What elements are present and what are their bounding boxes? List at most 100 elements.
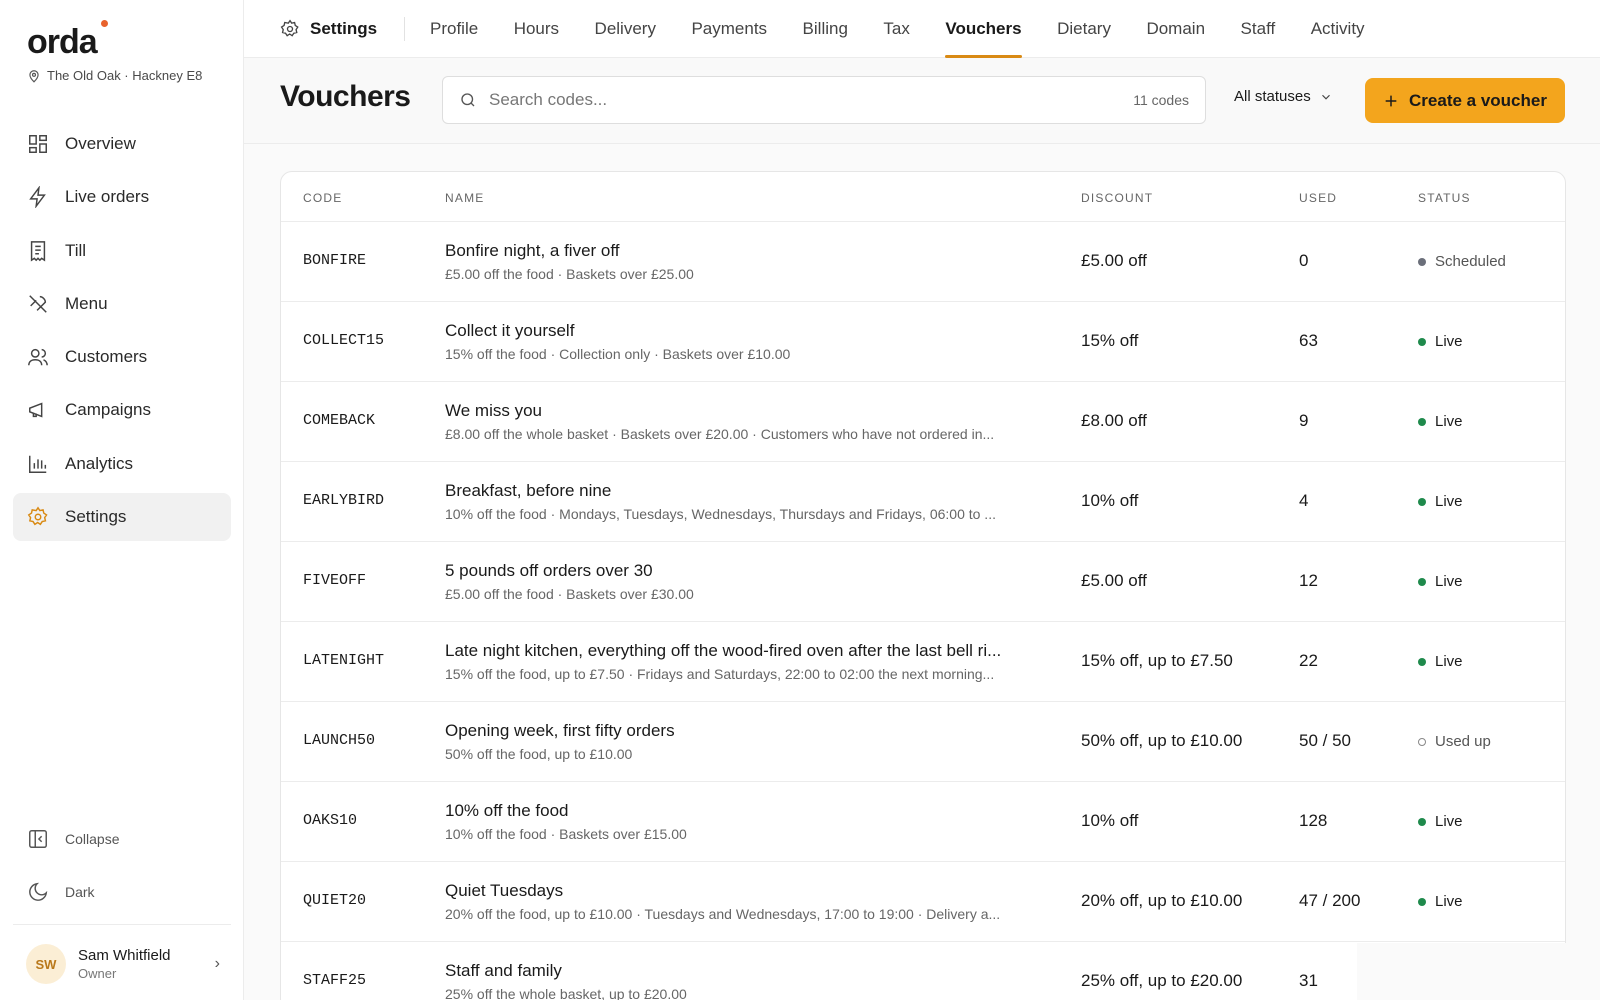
table-row[interactable]: EARLYBIRD Breakfast, before nine 10% off t…: [281, 462, 1565, 542]
status-dot: [1418, 337, 1426, 346]
collapse-label: Collapse: [65, 831, 120, 847]
search-input[interactable]: [489, 90, 1134, 110]
column-header-discount[interactable]: DISCOUNT: [1081, 191, 1153, 205]
voucher-name-cell: Late night kitchen, everything off the w…: [445, 641, 1045, 682]
status-label: Live: [1435, 573, 1463, 590]
sidebar-divider: [13, 924, 231, 925]
table-row[interactable]: LAUNCH50 Opening week, first fifty orders…: [281, 702, 1565, 782]
voucher-used: 50 / 50: [1299, 731, 1351, 750]
user-menu[interactable]: SW Sam Whitfield Owner ›: [26, 942, 220, 986]
create-voucher-button[interactable]: Create a voucher: [1365, 78, 1565, 123]
brand-dot: [101, 20, 108, 27]
user-name: Sam Whitfield: [78, 947, 171, 964]
table-row[interactable]: QUIET20 Quiet Tuesdays 20% off the food, u…: [281, 862, 1565, 942]
dark-label: Dark: [65, 884, 95, 900]
sidebar-item-customers[interactable]: Customers: [13, 333, 231, 381]
sidebar-item-menu[interactable]: Menu: [13, 280, 231, 328]
voucher-name-cell: Bonfire night, a fiver off £5.00 off the …: [445, 241, 1045, 282]
sidebar-item-analytics[interactable]: Analytics: [13, 440, 231, 488]
column-header-code[interactable]: CODE: [303, 191, 342, 205]
status-dot: [1418, 257, 1426, 266]
voucher-detail: 50% off the food, up to £10.00: [445, 746, 633, 762]
sidebar-item-overview[interactable]: Overview: [13, 120, 231, 168]
status-label: Scheduled: [1435, 253, 1506, 270]
voucher-discount: 10% off: [1081, 811, 1139, 830]
voucher-name: Quiet Tuesdays: [445, 881, 564, 900]
table-row[interactable]: BONFIRE Bonfire night, a fiver off £5.00 o…: [281, 222, 1565, 302]
voucher-name-cell: Collect it yourself 15% off the food · Co…: [445, 321, 1045, 362]
status-label: Live: [1435, 813, 1463, 830]
status-filter-label: All statuses: [1234, 88, 1311, 105]
sidebar-item-till[interactable]: Till: [13, 227, 231, 275]
tab-dietary[interactable]: Dietary: [1057, 0, 1111, 58]
location: The Old Oak · Hackney E8: [27, 68, 202, 83]
tab-activity[interactable]: Activity: [1311, 0, 1365, 58]
column-header-status[interactable]: STATUS: [1418, 191, 1471, 205]
voucher-code: COLLECT15: [303, 332, 385, 349]
voucher-used: 12: [1299, 571, 1318, 590]
plus-icon: [1385, 95, 1397, 106]
avatar: SW: [26, 944, 66, 984]
voucher-name: 5 pounds off orders over 30: [445, 561, 653, 580]
sidebar-nav: Overview Live orders Till Menu Customers…: [13, 120, 231, 546]
collapse-button[interactable]: Collapse: [13, 815, 231, 863]
page-header: Vouchers 11 codes All statuses Create a …: [244, 58, 1600, 144]
voucher-name: We miss you: [445, 401, 542, 420]
tab-profile[interactable]: Profile: [430, 0, 478, 58]
voucher-used: 47 / 200: [1299, 891, 1361, 910]
sidebar-item-campaigns[interactable]: Campaigns: [13, 386, 231, 434]
voucher-code: BONFIRE: [303, 252, 367, 269]
map-pin-icon: [29, 69, 39, 83]
chevron-right-icon: ›: [214, 955, 220, 972]
search-box[interactable]: 11 codes: [442, 76, 1206, 124]
voucher-code: QUIET20: [303, 892, 367, 909]
voucher-discount: 15% off, up to £7.50: [1081, 651, 1233, 670]
voucher-used: 22: [1299, 651, 1318, 670]
user-info: Sam Whitfield Owner: [78, 947, 171, 981]
table-row[interactable]: LATENIGHT Late night kitchen, everything …: [281, 622, 1565, 702]
status-label: Live: [1435, 493, 1463, 510]
sidebar-item-live-orders[interactable]: Live orders: [13, 173, 231, 221]
status-badge: Live: [1418, 813, 1463, 830]
voucher-code: OAKS10: [303, 812, 358, 829]
page-title: Vouchers: [280, 80, 411, 113]
tab-payments[interactable]: Payments: [691, 0, 767, 58]
table-header: CODE NAME DISCOUNT USED STATUS: [281, 172, 1565, 222]
main-content: CODE NAME DISCOUNT USED STATUS BONFIRE Bo…: [244, 144, 1600, 1000]
brand-name: orda: [27, 23, 98, 61]
sidebar-item-settings[interactable]: Settings: [13, 493, 231, 542]
dark-mode-toggle[interactable]: Dark: [13, 868, 231, 916]
table-row[interactable]: OAKS10 10% off the food 10% off the food ·…: [281, 782, 1565, 862]
table-row[interactable]: COMEBACK We miss you £8.00 off the whole b…: [281, 382, 1565, 462]
status-badge: Live: [1418, 573, 1463, 590]
voucher-detail: 10% off the food · Mondays, Tuesdays, We…: [445, 506, 996, 522]
voucher-used: 0: [1299, 251, 1309, 270]
tab-delivery[interactable]: Delivery: [595, 0, 656, 58]
tab-tax[interactable]: Tax: [883, 0, 909, 58]
sidebar: orda The Old Oak · Hackney E8 Overview L…: [0, 0, 244, 1000]
chevron-down-icon: [1321, 94, 1330, 100]
status-dot: [1418, 657, 1426, 666]
voucher-name-cell: We miss you £8.00 off the whole basket · …: [445, 401, 1045, 442]
status-label: Used up: [1435, 733, 1491, 750]
voucher-name-cell: Breakfast, before nine 10% off the food ·…: [445, 481, 1045, 522]
brand-logo[interactable]: orda: [27, 18, 108, 66]
table-row[interactable]: FIVEOFF 5 pounds off orders over 30 £5.00 …: [281, 542, 1565, 622]
tab-domain[interactable]: Domain: [1146, 0, 1205, 58]
voucher-discount: £5.00 off: [1081, 571, 1147, 590]
tab-vouchers[interactable]: Vouchers: [945, 0, 1022, 58]
code-count: 11 codes: [1133, 92, 1189, 108]
tab-billing[interactable]: Billing: [803, 0, 848, 58]
table-row[interactable]: COLLECT15 Collect it yourself 15% off the …: [281, 302, 1565, 382]
status-dot: [1418, 417, 1426, 426]
status-filter-dropdown[interactable]: All statuses: [1234, 88, 1333, 105]
column-header-name[interactable]: NAME: [445, 191, 484, 205]
column-header-used[interactable]: USED: [1299, 191, 1337, 205]
tab-hours[interactable]: Hours: [514, 0, 559, 58]
sidebar-item-label: Settings: [65, 507, 127, 527]
voucher-discount: 50% off, up to £10.00: [1081, 731, 1243, 750]
user-role: Owner: [78, 966, 117, 981]
voucher-used: 31: [1299, 971, 1318, 990]
tab-staff[interactable]: Staff: [1241, 0, 1276, 58]
voucher-code: EARLYBIRD: [303, 492, 385, 509]
